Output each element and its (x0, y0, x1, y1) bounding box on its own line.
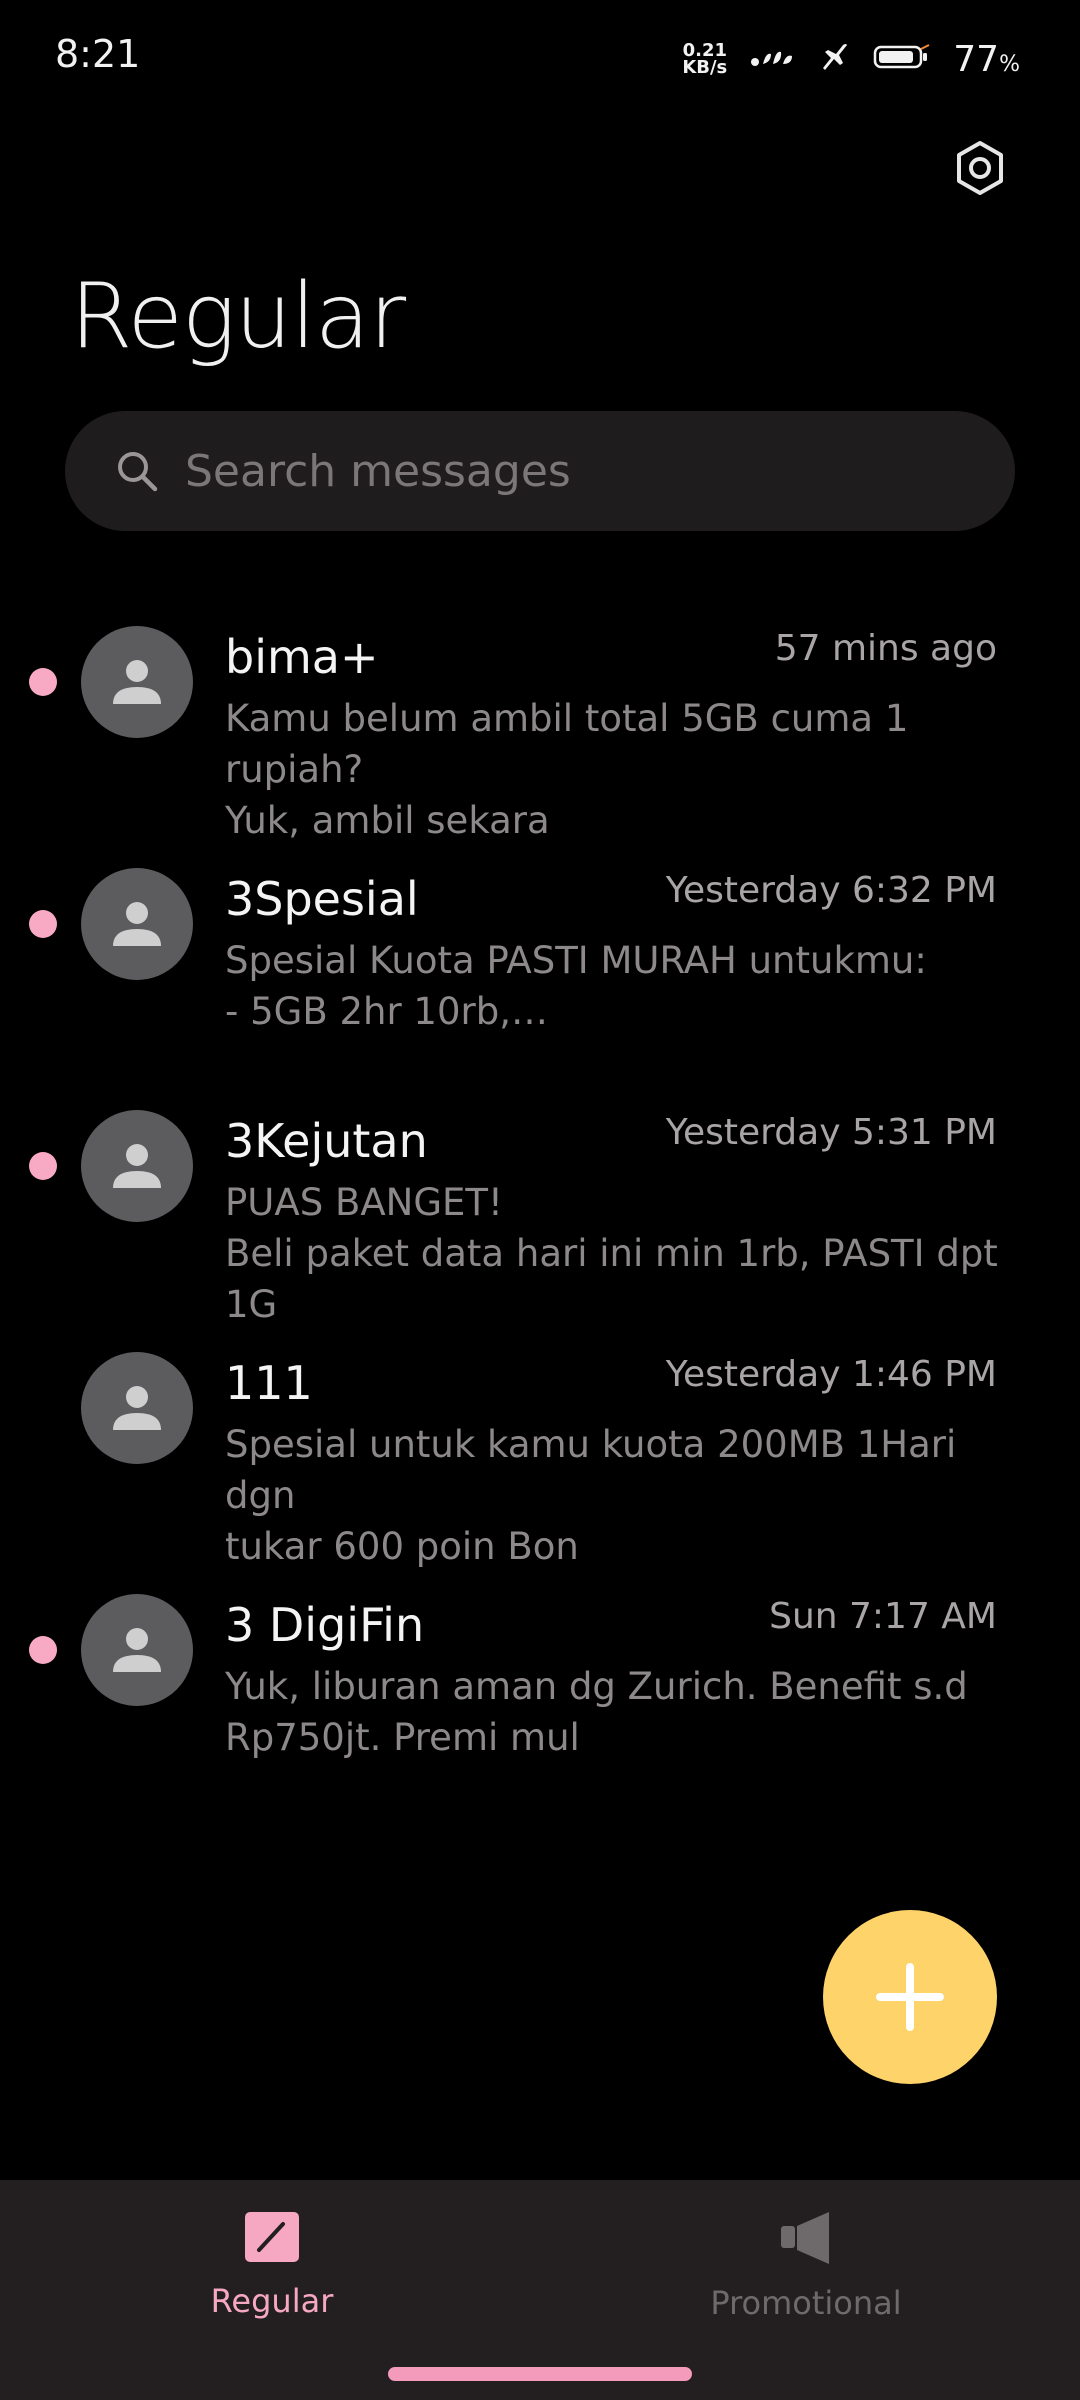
home-indicator[interactable] (388, 2367, 692, 2381)
person-icon (113, 902, 161, 946)
person-icon (113, 1144, 161, 1188)
person-icon (113, 1386, 161, 1430)
avatar[interactable] (81, 1352, 193, 1464)
avatar[interactable] (81, 626, 193, 738)
conversation-snippet: Spesial Kuota PASTI MURAH untukmu: - 5GB… (225, 939, 927, 1033)
conversation-time: 57 mins ago (774, 628, 997, 669)
network-speed-unit: KB/s (682, 57, 728, 78)
tab-promotional-label: Promotional (710, 2284, 902, 2322)
conversation-time: Yesterday 5:31 PM (665, 1112, 997, 1153)
conversation-snippet: PUAS BANGET! Beli paket data hari ini mi… (225, 1181, 998, 1326)
unread-dot (29, 1636, 57, 1664)
new-message-button[interactable] (823, 1910, 997, 2084)
conversation-time: Sun 7:17 AM (769, 1596, 997, 1637)
battery-percent: 77% (953, 39, 1020, 80)
tab-regular[interactable]: Regular (122, 2210, 422, 2320)
conversation-item[interactable]: 3Kejutan Yesterday 5:31 PM PUAS BANGET! … (0, 1084, 1080, 1326)
conversation-name: 3 DigiFin (225, 1598, 425, 1652)
battery-percent-value: 77 (953, 38, 1000, 80)
avatar[interactable] (81, 1110, 193, 1222)
page-title: Regular (70, 264, 406, 369)
status-time: 8:21 (55, 32, 141, 76)
unread-dot (29, 1152, 57, 1180)
settings-button[interactable] (945, 135, 1015, 205)
conversation-item[interactable]: 3Spesial Yesterday 6:32 PM Spesial Kuota… (0, 842, 1080, 1082)
signal-icon (749, 42, 795, 76)
conversation-item[interactable]: 111 Yesterday 1:46 PM Spesial untuk kamu… (0, 1326, 1080, 1568)
conversation-name: 3Kejutan (225, 1114, 428, 1168)
person-icon (113, 1628, 161, 1672)
conversation-snippet: Kamu belum ambil total 5GB cuma 1 rupiah… (225, 697, 909, 842)
conversation-name: 3Spesial (225, 872, 419, 926)
conversation-item[interactable]: 3 DigiFin Sun 7:17 AM Yuk, liburan aman … (0, 1568, 1080, 1808)
megaphone-icon (777, 2210, 835, 2270)
conversation-name: 111 (225, 1356, 313, 1410)
status-icons: 0.21 KB/s 77% (682, 34, 1020, 84)
conversation-time: Yesterday 6:32 PM (665, 870, 997, 911)
avatar[interactable] (81, 868, 193, 980)
unread-dot (29, 910, 57, 938)
compose-icon (243, 2210, 301, 2268)
conversation-snippet: Spesial untuk kamu kuota 200MB 1Hari dgn… (225, 1423, 957, 1568)
plus-icon (876, 1963, 944, 2031)
conversation-name: bima+ (225, 630, 379, 684)
search-bar[interactable] (65, 411, 1015, 531)
search-icon (113, 447, 161, 495)
battery-icon (873, 43, 931, 75)
conversation-item[interactable]: bima+ 57 mins ago Kamu belum ambil total… (0, 600, 1080, 842)
avatar[interactable] (81, 1594, 193, 1706)
tab-promotional[interactable]: Promotional (656, 2210, 956, 2322)
tab-regular-label: Regular (210, 2282, 334, 2320)
person-icon (113, 660, 161, 704)
network-speed: 0.21 KB/s (682, 42, 728, 78)
battery-percent-unit: % (999, 51, 1020, 77)
conversation-snippet: Yuk, liburan aman dg Zurich. Benefit s.d… (225, 1665, 968, 1759)
unread-dot (29, 668, 57, 696)
status-bar: 8:21 0.21 KB/s 77% (0, 0, 1080, 116)
gear-icon (950, 138, 1010, 202)
airplane-icon (817, 40, 851, 78)
conversation-time: Yesterday 1:46 PM (665, 1354, 997, 1395)
search-input[interactable] (183, 444, 1015, 498)
